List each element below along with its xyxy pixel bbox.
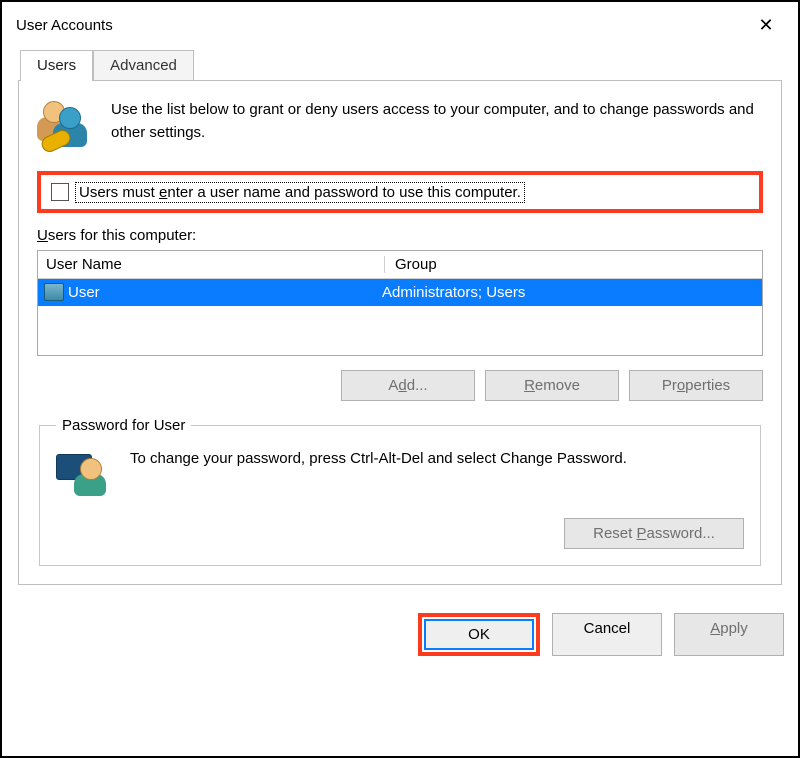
col-user-name[interactable]: User Name <box>46 256 384 273</box>
password-instruction-text: To change your password, press Ctrl-Alt-… <box>130 448 744 471</box>
window-title: User Accounts <box>16 17 113 34</box>
checkbox-must-enter[interactable] <box>51 183 69 201</box>
cell-user-name: User <box>68 284 382 301</box>
list-button-row: Add... Remove Properties <box>37 370 763 401</box>
highlight-must-enter: Users must enter a user name and passwor… <box>37 171 763 213</box>
password-group-legend: Password for User <box>56 417 191 434</box>
intro-row: Use the list below to grant or deny user… <box>37 99 763 155</box>
highlight-ok: OK <box>418 613 540 656</box>
col-group[interactable]: Group <box>384 256 756 273</box>
users-key-icon <box>37 99 93 155</box>
list-header[interactable]: User Name Group <box>38 251 762 279</box>
titlebar: User Accounts ✕ <box>2 2 798 44</box>
tab-panel-users: Use the list below to grant or deny user… <box>18 80 782 585</box>
ok-button[interactable]: OK <box>424 619 534 650</box>
user-monitor-icon <box>56 448 112 504</box>
tab-users[interactable]: Users <box>20 50 93 81</box>
remove-button[interactable]: Remove <box>485 370 619 401</box>
properties-button[interactable]: Properties <box>629 370 763 401</box>
intro-text: Use the list below to grant or deny user… <box>111 99 763 144</box>
add-button[interactable]: Add... <box>341 370 475 401</box>
password-group: Password for User To change your passwor… <box>39 417 761 566</box>
close-icon[interactable]: ✕ <box>746 15 786 36</box>
cancel-button[interactable]: Cancel <box>552 613 662 656</box>
user-row-icon <box>44 283 64 301</box>
cell-group: Administrators; Users <box>382 284 756 301</box>
users-for-computer-label: Users for this computer: <box>37 227 763 244</box>
apply-button[interactable]: Apply <box>674 613 784 656</box>
reset-password-button[interactable]: Reset Password... <box>564 518 744 549</box>
tab-bar: Users Advanced <box>20 50 782 80</box>
dialog-content: Users Advanced Use the list below to gra… <box>2 44 798 599</box>
checkbox-label[interactable]: Users must enter a user name and passwor… <box>77 184 523 201</box>
tab-advanced[interactable]: Advanced <box>93 50 194 80</box>
list-row-selected[interactable]: User Administrators; Users <box>38 279 762 306</box>
dialog-bottom-buttons: OK Cancel Apply <box>2 599 798 668</box>
users-list[interactable]: User Name Group User Administrators; Use… <box>37 250 763 356</box>
